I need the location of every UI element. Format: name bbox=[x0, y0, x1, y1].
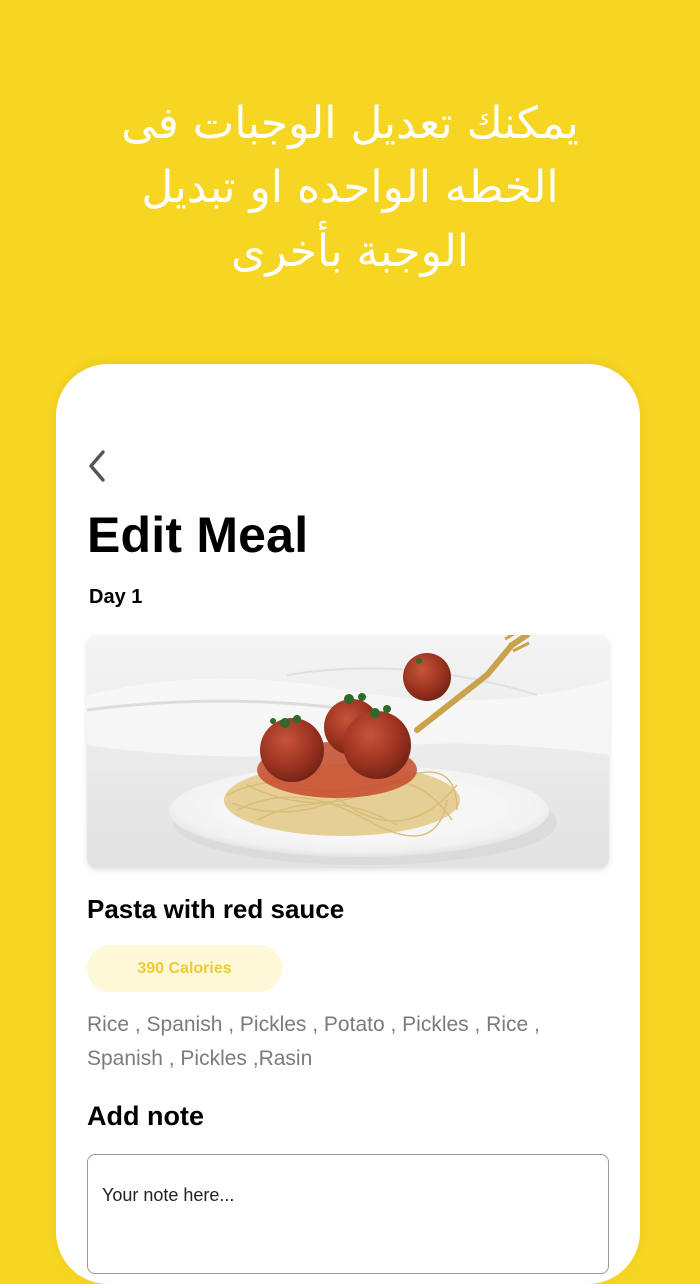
meal-photo bbox=[87, 635, 609, 868]
calories-badge: 390 Calories bbox=[87, 945, 282, 992]
promo-line-2: الخطه الواحده او تبديل bbox=[141, 162, 559, 213]
ingredients-line-2: Spanish , Pickles ,Rasin bbox=[87, 1047, 313, 1070]
promo-line-3: الوجبة بأخرى bbox=[231, 226, 469, 277]
promo-line-1: يمكنك تعديل الوجبات فى bbox=[121, 98, 579, 149]
chevron-left-icon bbox=[89, 450, 105, 482]
back-button[interactable] bbox=[84, 448, 112, 484]
phone-screen-card: Edit Meal Day 1 Pasta with red sauce 390… bbox=[56, 364, 640, 1284]
promo-heading: يمكنك تعديل الوجبات فى الخطه الواحده او … bbox=[60, 92, 640, 284]
note-input[interactable] bbox=[87, 1154, 609, 1274]
ingredients-line-1: Rice , Spanish , Pickles , Potato , Pick… bbox=[87, 1013, 540, 1036]
ingredients-list: Rice , Spanish , Pickles , Potato , Pick… bbox=[87, 1008, 607, 1076]
add-note-label: Add note bbox=[87, 1101, 204, 1131]
meal-name: Pasta with red sauce bbox=[87, 894, 345, 924]
day-label: Day 1 bbox=[89, 586, 143, 608]
page-title: Edit Meal bbox=[87, 507, 309, 563]
